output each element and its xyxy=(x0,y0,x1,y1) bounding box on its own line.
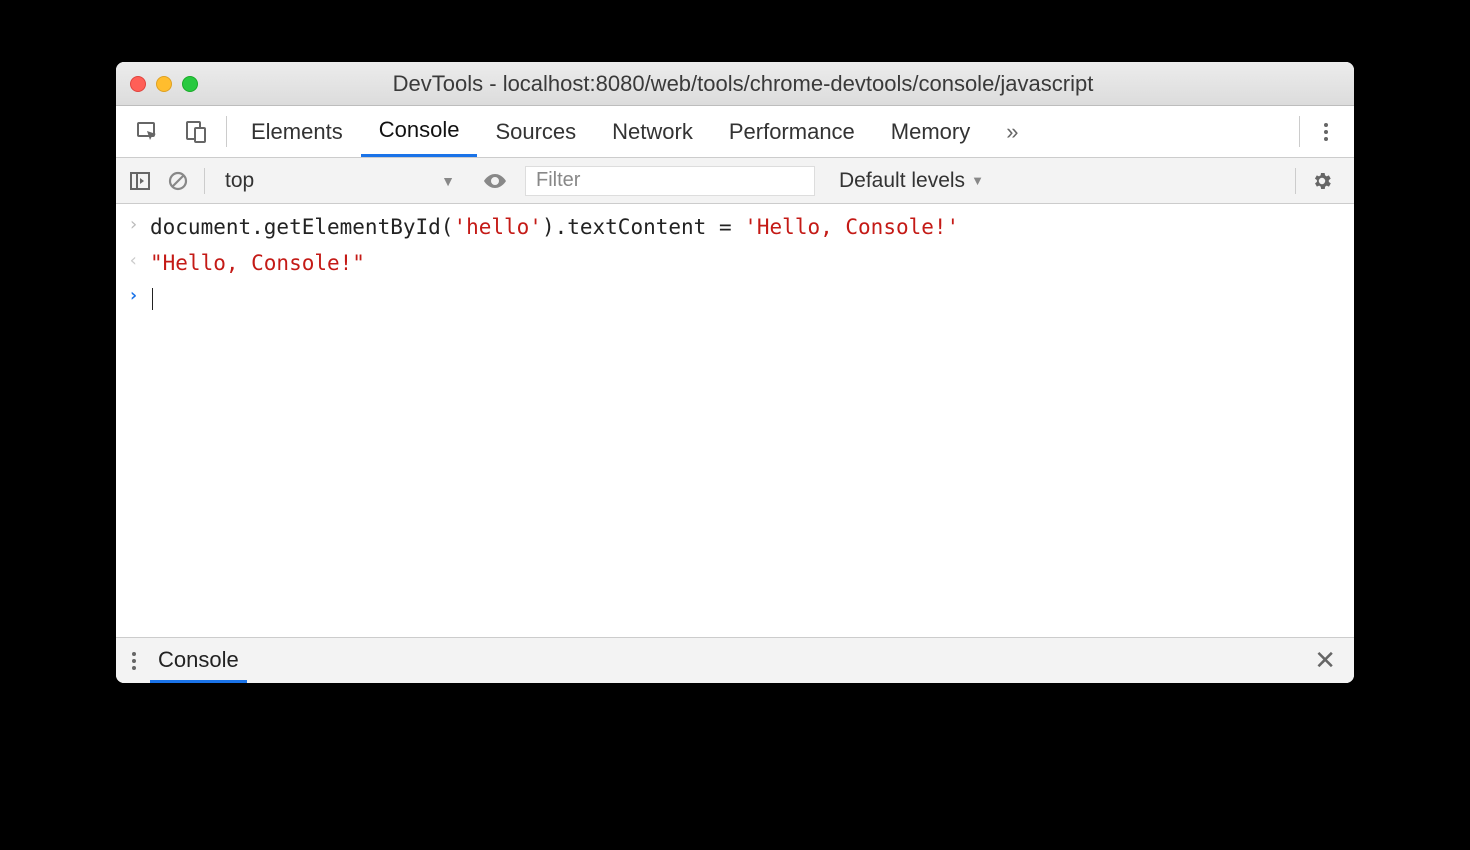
main-menu-button[interactable] xyxy=(1306,106,1346,157)
code-content[interactable] xyxy=(150,281,153,317)
titlebar: DevTools - localhost:8080/web/tools/chro… xyxy=(116,62,1354,106)
text-cursor xyxy=(152,288,153,310)
separator xyxy=(1295,168,1296,194)
console-prompt-row: › xyxy=(116,281,1354,317)
live-expression-button[interactable] xyxy=(479,168,511,194)
input-chevron-icon: › xyxy=(128,210,150,241)
code-content: document.getElementById('hello').textCon… xyxy=(150,210,959,246)
devtools-window: DevTools - localhost:8080/web/tools/chro… xyxy=(116,62,1354,683)
more-tabs-button[interactable]: » xyxy=(988,106,1036,157)
console-toolbar: top ▼ Default levels ▼ xyxy=(116,158,1354,204)
drawer: Console ✕ xyxy=(116,637,1354,683)
console-output[interactable]: ›document.getElementById('hello').textCo… xyxy=(116,204,1354,637)
main-tabs: ElementsConsoleSourcesNetworkPerformance… xyxy=(116,106,1354,158)
close-window-button[interactable] xyxy=(130,76,146,92)
prompt-chevron-icon: › xyxy=(128,281,150,312)
separator xyxy=(226,116,227,147)
chevron-down-icon: ▼ xyxy=(971,173,984,188)
chevron-down-icon: ▼ xyxy=(441,173,455,189)
log-levels-selector[interactable]: Default levels ▼ xyxy=(839,169,984,193)
console-input-row: ›document.getElementById('hello').textCo… xyxy=(116,210,1354,246)
context-label: top xyxy=(225,169,254,193)
tab-performance[interactable]: Performance xyxy=(711,106,873,157)
window-title: DevTools - localhost:8080/web/tools/chro… xyxy=(146,71,1340,97)
device-toolbar-icon[interactable] xyxy=(172,106,220,157)
tab-memory[interactable]: Memory xyxy=(873,106,988,157)
execution-context-selector[interactable]: top ▼ xyxy=(215,165,465,197)
kebab-icon xyxy=(1324,123,1328,141)
levels-label: Default levels xyxy=(839,169,965,193)
tab-console[interactable]: Console xyxy=(361,106,478,157)
separator xyxy=(1299,116,1300,147)
close-drawer-button[interactable]: ✕ xyxy=(1306,645,1344,676)
console-output-row: ‹"Hello, Console!" xyxy=(116,246,1354,282)
drawer-tab-label: Console xyxy=(158,647,239,672)
filter-input[interactable] xyxy=(525,166,815,196)
tab-sources[interactable]: Sources xyxy=(477,106,594,157)
code-content: "Hello, Console!" xyxy=(150,246,365,282)
drawer-menu-button[interactable] xyxy=(132,652,136,670)
inspect-element-icon[interactable] xyxy=(124,106,172,157)
drawer-tab-console[interactable]: Console xyxy=(150,638,247,683)
clear-console-button[interactable] xyxy=(162,170,194,192)
output-chevron-icon: ‹ xyxy=(128,246,150,277)
tab-elements[interactable]: Elements xyxy=(233,106,361,157)
close-icon: ✕ xyxy=(1314,645,1336,675)
console-settings-button[interactable] xyxy=(1306,170,1338,192)
tab-network[interactable]: Network xyxy=(594,106,711,157)
separator xyxy=(204,168,205,194)
chevron-right-double-icon: » xyxy=(1006,119,1018,145)
toggle-sidebar-button[interactable] xyxy=(124,170,156,192)
